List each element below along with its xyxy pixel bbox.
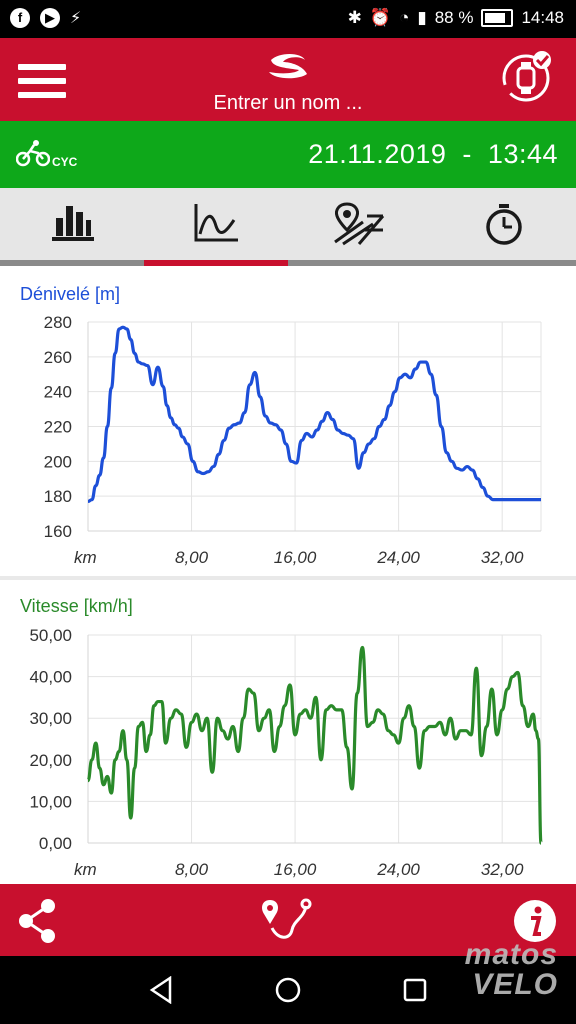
elevation-y-tick-label: 240 [44,383,72,402]
elevation-y-tick-label: 180 [44,487,72,506]
elevation-x-tick-label: 24,00 [376,548,420,567]
map-route-icon [334,202,385,246]
elevation-x-tick-label: 16,00 [274,548,317,567]
stopwatch-icon [486,204,522,245]
elevation-y-tick-label: 220 [44,418,72,437]
play-icon: ▶ [40,8,60,28]
tab-graphs[interactable] [144,188,288,260]
speed-x-tick-label: 24,00 [376,860,420,879]
tab-map[interactable] [288,188,432,260]
home-icon[interactable] [274,976,302,1004]
speed-chart-panel: Vitesse [km/h] 0,00 10,00 20,00 30,00 40,00 5… [0,580,576,884]
battery-icon [481,9,514,27]
activity-notification-icon: ⚡ [70,10,82,27]
datetime-separator: - [462,139,472,169]
app-bar: Entrer un nom ... [0,38,576,121]
wifi-icon: ◔ [399,8,410,27]
line-chart-icon [194,204,238,242]
speed-y-tick-label: 20,00 [29,751,72,770]
recents-icon[interactable] [402,977,428,1003]
back-icon[interactable] [148,976,174,1004]
speed-y-tick-label: 0,00 [39,834,72,853]
watermark-line-1: matos [464,938,558,971]
bluetooth-icon: ✱ [347,8,362,27]
bike-icon [16,140,50,167]
activity-time: 13:44 [487,139,558,169]
watch-sync-icon[interactable] [498,48,554,104]
watermark-line-2: VELO [472,968,558,1001]
tab-summary[interactable] [0,188,144,260]
bar-chart-icon [52,206,94,241]
battery-percent: 88 % [434,8,474,27]
speed-y-tick-label: 30,00 [29,709,72,728]
speed-x-tick-label: 32,00 [481,860,524,879]
speed-y-tick-label: 10,00 [29,792,72,811]
activity-date: 21.11.2019 [308,139,447,169]
status-bar: f ▶ ⚡ ✱ ⏰ ◔ ▮ 88 % 14:48 [0,0,576,38]
facebook-icon: f [10,8,30,28]
speed-y-tick-label: 50,00 [29,626,72,645]
elevation-y-tick-label: 200 [44,452,72,471]
activity-datetime: 21.11.2019 - 13:44 [308,139,558,170]
elevation-y-tick-label: 160 [44,522,72,541]
share-icon[interactable] [18,898,58,944]
brand-logo [269,54,307,79]
watermark-logo: matos VELO [465,940,558,1000]
elevation-chart-panel: Dénivelé [m] 160 180 200 220 240 260 280 8,00 16… [0,266,576,576]
sport-label: CYC [52,155,78,169]
elevation-y-tick-label: 280 [44,313,72,332]
activity-bar: CYC 21.11.2019 - 13:44 [0,121,576,188]
speed-x-axis-label: km [74,860,97,879]
elevation-y-tick-label: 260 [44,348,72,367]
elevation-x-axis-label: km [74,548,97,567]
elevation-series-line [87,325,541,503]
elevation-x-tick-label: 8,00 [175,548,209,567]
tab-bar [0,188,576,266]
clock: 14:48 [521,8,564,27]
signal-icon: ▮ [417,8,427,27]
route-icon[interactable] [260,896,312,944]
speed-y-tick-label: 40,00 [29,668,72,687]
activity-name-field[interactable]: Entrer un nom ... [0,92,576,115]
speed-x-tick-label: 8,00 [175,860,209,879]
tab-laps[interactable] [432,188,576,260]
speed-chart: 0,00 10,00 20,00 30,00 40,00 50,00 8,00 16,00 24… [29,626,543,879]
elevation-x-tick-label: 32,00 [481,548,524,567]
elevation-chart: 160 180 200 220 240 260 280 8,00 16,00 24,00 32,00… [44,313,542,567]
alarm-icon: ⏰ [369,8,392,27]
speed-x-tick-label: 16,00 [274,860,317,879]
